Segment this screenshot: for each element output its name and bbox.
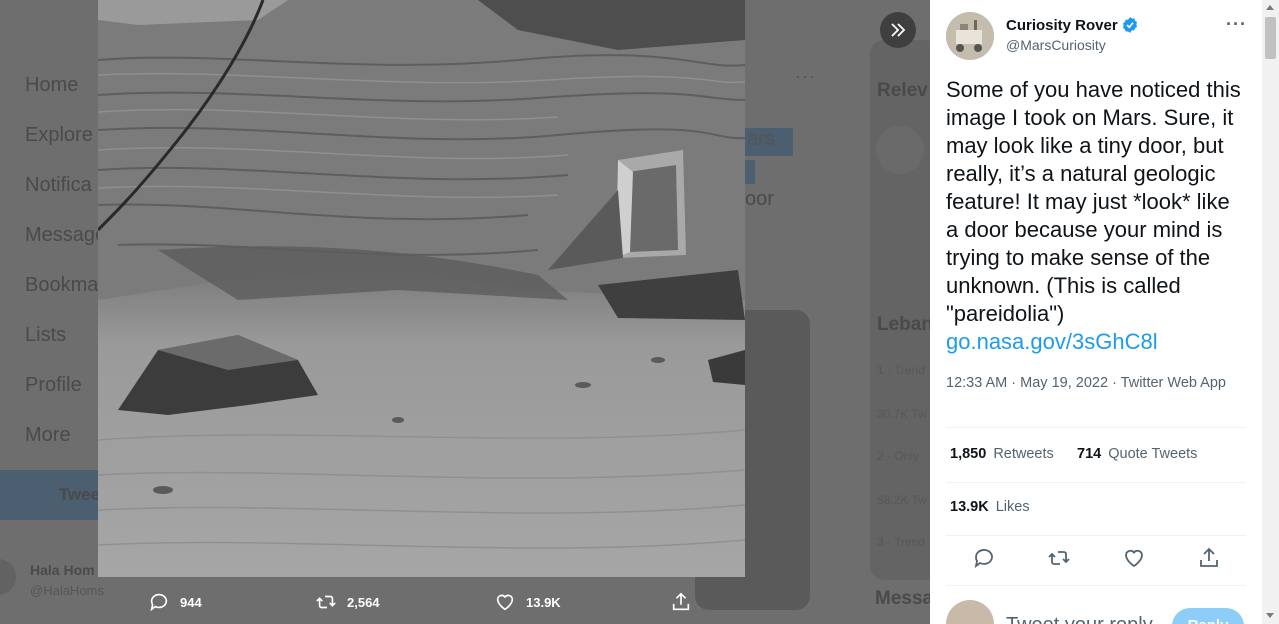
tweet-action-bar <box>946 540 1246 576</box>
trend-line: 3 · Trend <box>877 535 926 549</box>
retweets-count: 1,850 <box>950 446 987 462</box>
quote-tweets-stat[interactable]: 714 Quote Tweets <box>1077 446 1197 462</box>
verified-badge-icon <box>1122 17 1137 33</box>
nav-more: More <box>25 423 71 446</box>
background-sidebar: Relev Leban 1 · Trend 30.7K Tw 2 · Only … <box>870 0 930 624</box>
tweet-time[interactable]: 12:33 AM <box>946 375 1007 391</box>
quote-count: 714 <box>1077 446 1102 462</box>
retweets-label: Retweets <box>993 446 1054 462</box>
double-chevron-right-icon <box>891 23 906 37</box>
likes-stat[interactable]: 13.9K Likes <box>950 499 1030 515</box>
quote-label: Quote Tweets <box>1108 446 1198 462</box>
author-handle[interactable]: @MarsCuriosity <box>1006 37 1106 53</box>
author-name[interactable]: Curiosity Rover <box>1006 16 1139 34</box>
likes-count: 13.9K <box>950 499 989 515</box>
relevant-people-heading: Relev <box>877 80 928 101</box>
retweet-icon <box>316 595 336 609</box>
heart-icon[interactable] <box>1122 546 1146 570</box>
tweet-detail-panel: Curiosity Rover @MarsCuriosity ··· Some … <box>930 0 1262 624</box>
account-name: Hala Hom <box>30 562 95 578</box>
nav-lists: Lists <box>25 323 67 346</box>
retweet-count: 2,564 <box>347 594 380 610</box>
tweet-date[interactable]: May 19, 2022 <box>1020 375 1108 391</box>
reply-count: 944 <box>180 594 202 610</box>
nav-profile: Profile <box>25 373 82 396</box>
trend-line: 58.2K Tw <box>877 493 927 507</box>
messages-heading: Messa <box>875 588 930 609</box>
share-icon[interactable] <box>1197 546 1221 570</box>
tweet-link[interactable]: go.nasa.gov/3sGhC8l <box>946 328 1158 356</box>
rover-avatar-image <box>946 12 994 60</box>
reply-icon[interactable] <box>972 546 996 570</box>
avatar <box>876 126 924 174</box>
avatar <box>946 600 994 624</box>
nav-bookmarks: Bookma <box>25 273 99 296</box>
trends-heading: Leban <box>877 314 930 335</box>
reply-button[interactable]: Reply <box>1172 608 1244 624</box>
scroll-up-icon[interactable] <box>1266 5 1274 10</box>
media-retweet-button[interactable]: 2,564 <box>315 591 380 613</box>
author-avatar[interactable] <box>946 12 994 60</box>
media-like-button[interactable]: 13.9K <box>494 591 561 613</box>
divider <box>946 585 1246 586</box>
retweet-icon[interactable] <box>1047 546 1071 570</box>
media-reply-button[interactable]: 944 <box>148 591 202 613</box>
account-handle: @HalaHoms <box>30 583 104 598</box>
nav-messages: Message <box>25 223 107 246</box>
scroll-down-icon[interactable] <box>1266 613 1274 618</box>
divider <box>946 482 1246 483</box>
divider <box>946 427 1246 428</box>
likes-label: Likes <box>995 499 1030 515</box>
nav-notifications: Notifica <box>25 173 92 196</box>
more-options-icon[interactable]: ··· <box>1226 14 1247 35</box>
share-icon <box>672 592 690 611</box>
heart-icon <box>496 594 514 611</box>
tweet-text-fragment: oor <box>745 188 774 210</box>
reply-input[interactable]: Tweet your reply <box>1006 614 1153 624</box>
tweet-photo[interactable] <box>98 0 745 577</box>
scrollbar[interactable] <box>1262 0 1279 624</box>
reply-icon <box>150 593 168 612</box>
more-icon: ··· <box>795 66 816 86</box>
trend-line: 2 · Only <box>877 449 920 463</box>
mars-rock-image <box>98 0 745 577</box>
author-name-text: Curiosity Rover <box>1006 16 1118 34</box>
trend-line: 30.7K Tw <box>877 407 927 421</box>
highlight-fragment <box>745 160 755 184</box>
tweet-text: Some of you have noticed this image I to… <box>946 77 1241 326</box>
trend-line: 1 · Trend <box>877 363 926 377</box>
collapse-panel-button[interactable] <box>880 12 916 48</box>
scrollbar-thumb[interactable] <box>1265 17 1276 59</box>
avatar <box>0 559 16 595</box>
nav-home: Home <box>25 73 79 96</box>
nav-explore: Explore <box>25 123 93 146</box>
like-count: 13.9K <box>526 594 561 610</box>
tweet-source[interactable]: Twitter Web App <box>1121 375 1226 391</box>
media-action-bar: 944 2,564 13.9K <box>98 577 745 624</box>
divider <box>946 535 1246 536</box>
tweet-timestamp: 12:33 AM · May 19, 2022 · Twitter Web Ap… <box>946 375 1226 391</box>
highlighted-keyword: ars. <box>745 128 793 156</box>
media-share-button[interactable] <box>670 591 702 613</box>
retweets-stat[interactable]: 1,850 Retweets <box>950 446 1054 462</box>
